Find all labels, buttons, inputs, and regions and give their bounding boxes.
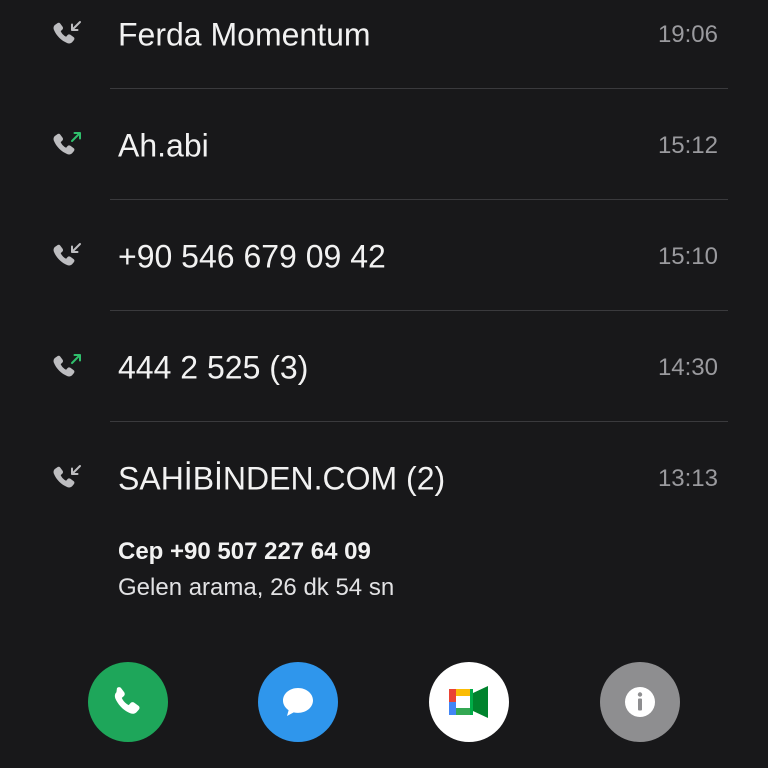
video-call-button[interactable] [429,662,509,742]
outgoing-call-icon [53,132,81,155]
info-button[interactable] [600,662,680,742]
message-bubble-icon [283,688,313,716]
call-summary-line: Gelen arama, 26 dk 54 sn [118,574,395,601]
action-bar [0,662,768,742]
call-log-item[interactable]: Ah.abi 15:12 [0,91,768,201]
divider [110,310,728,311]
divider [110,88,728,89]
call-time: 15:10 [657,243,718,270]
contact-name: Ah.abi [118,127,209,164]
call-time: 14:30 [657,354,718,381]
incoming-call-icon [53,21,81,44]
divider [110,421,728,422]
phone-number-line: Cep +90 507 227 64 09 [118,538,371,565]
contact-name: +90 546 679 09 42 [118,238,386,275]
call-log-item[interactable]: SAHİBİNDEN.COM (2) 13:13 [0,424,768,534]
phone-icon [114,687,140,714]
call-button[interactable] [88,662,168,742]
contact-name: Ferda Momentum [118,16,371,53]
call-log-item[interactable]: 444 2 525 (3) 14:30 [0,313,768,423]
call-time: 19:06 [657,21,718,48]
info-icon [625,687,655,717]
call-details: Cep +90 507 227 64 09 Gelen arama, 26 dk… [118,535,394,607]
call-time: 13:13 [657,465,718,492]
incoming-call-icon [53,243,81,266]
call-log-item[interactable]: Ferda Momentum 19:06 [0,0,768,90]
call-time: 15:12 [657,132,718,159]
outgoing-call-icon [53,354,81,377]
divider [110,199,728,200]
call-log-item[interactable]: +90 546 679 09 42 15:10 [0,202,768,312]
contact-name: SAHİBİNDEN.COM (2) [118,460,446,497]
incoming-call-icon [53,465,81,488]
message-button[interactable] [258,662,338,742]
google-meet-icon [449,686,488,718]
contact-name: 444 2 525 (3) [118,349,309,386]
